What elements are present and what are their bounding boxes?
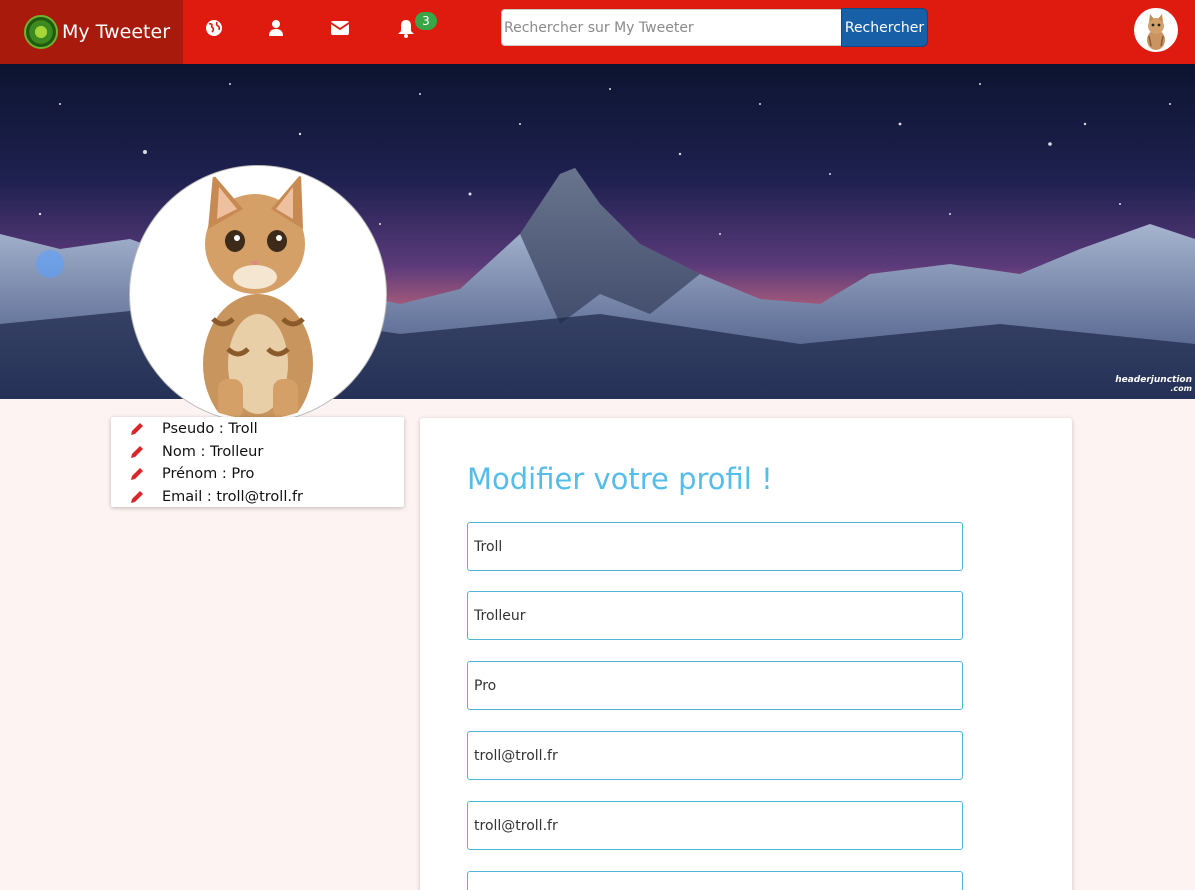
search-button[interactable]: Rechercher: [841, 8, 928, 47]
pencil-icon[interactable]: [130, 467, 144, 481]
top-navbar: My Tweeter 3 Rechercher: [0, 0, 1195, 64]
prenom-field[interactable]: [467, 661, 963, 710]
info-label: Nom : Trolleur: [162, 443, 264, 460]
extra-field[interactable]: [467, 871, 963, 890]
notification-badge: 3: [415, 12, 437, 30]
profile-info-card: Pseudo : Troll Nom : Trolleur Prénom : P…: [111, 417, 404, 507]
info-label: Email : troll@troll.fr: [162, 488, 304, 505]
bell-icon[interactable]: [395, 17, 417, 39]
pseudo-field[interactable]: [467, 522, 963, 571]
info-item-pseudo[interactable]: Pseudo : Troll: [111, 418, 404, 441]
info-label: Prénom : Pro: [162, 466, 255, 483]
pencil-icon[interactable]: [130, 490, 144, 504]
brand-link[interactable]: My Tweeter: [0, 0, 183, 64]
info-label: Pseudo : Troll: [162, 421, 258, 438]
email-field[interactable]: [467, 731, 963, 780]
pencil-icon[interactable]: [130, 445, 144, 459]
brand-name: My Tweeter: [62, 21, 171, 43]
info-item-nom[interactable]: Nom : Trolleur: [111, 441, 404, 464]
pencil-icon[interactable]: [130, 422, 144, 436]
email-confirm-field[interactable]: [467, 801, 963, 850]
nom-field[interactable]: [467, 591, 963, 640]
edit-profile-title: Modifier votre profil !: [467, 462, 773, 496]
user-icon[interactable]: [265, 17, 287, 39]
info-item-prenom[interactable]: Prénom : Pro: [111, 463, 404, 486]
search-input[interactable]: [501, 9, 842, 46]
user-avatar[interactable]: [1134, 8, 1178, 52]
envelope-icon[interactable]: [329, 17, 351, 39]
banner-watermark-sub: .com: [1170, 384, 1192, 393]
info-item-email[interactable]: Email : troll@troll.fr: [111, 486, 404, 509]
edit-profile-card: Modifier votre profil !: [420, 418, 1072, 890]
brand-logo-icon: [24, 15, 58, 49]
profile-picture[interactable]: [130, 166, 386, 422]
globe-icon[interactable]: [203, 17, 225, 39]
